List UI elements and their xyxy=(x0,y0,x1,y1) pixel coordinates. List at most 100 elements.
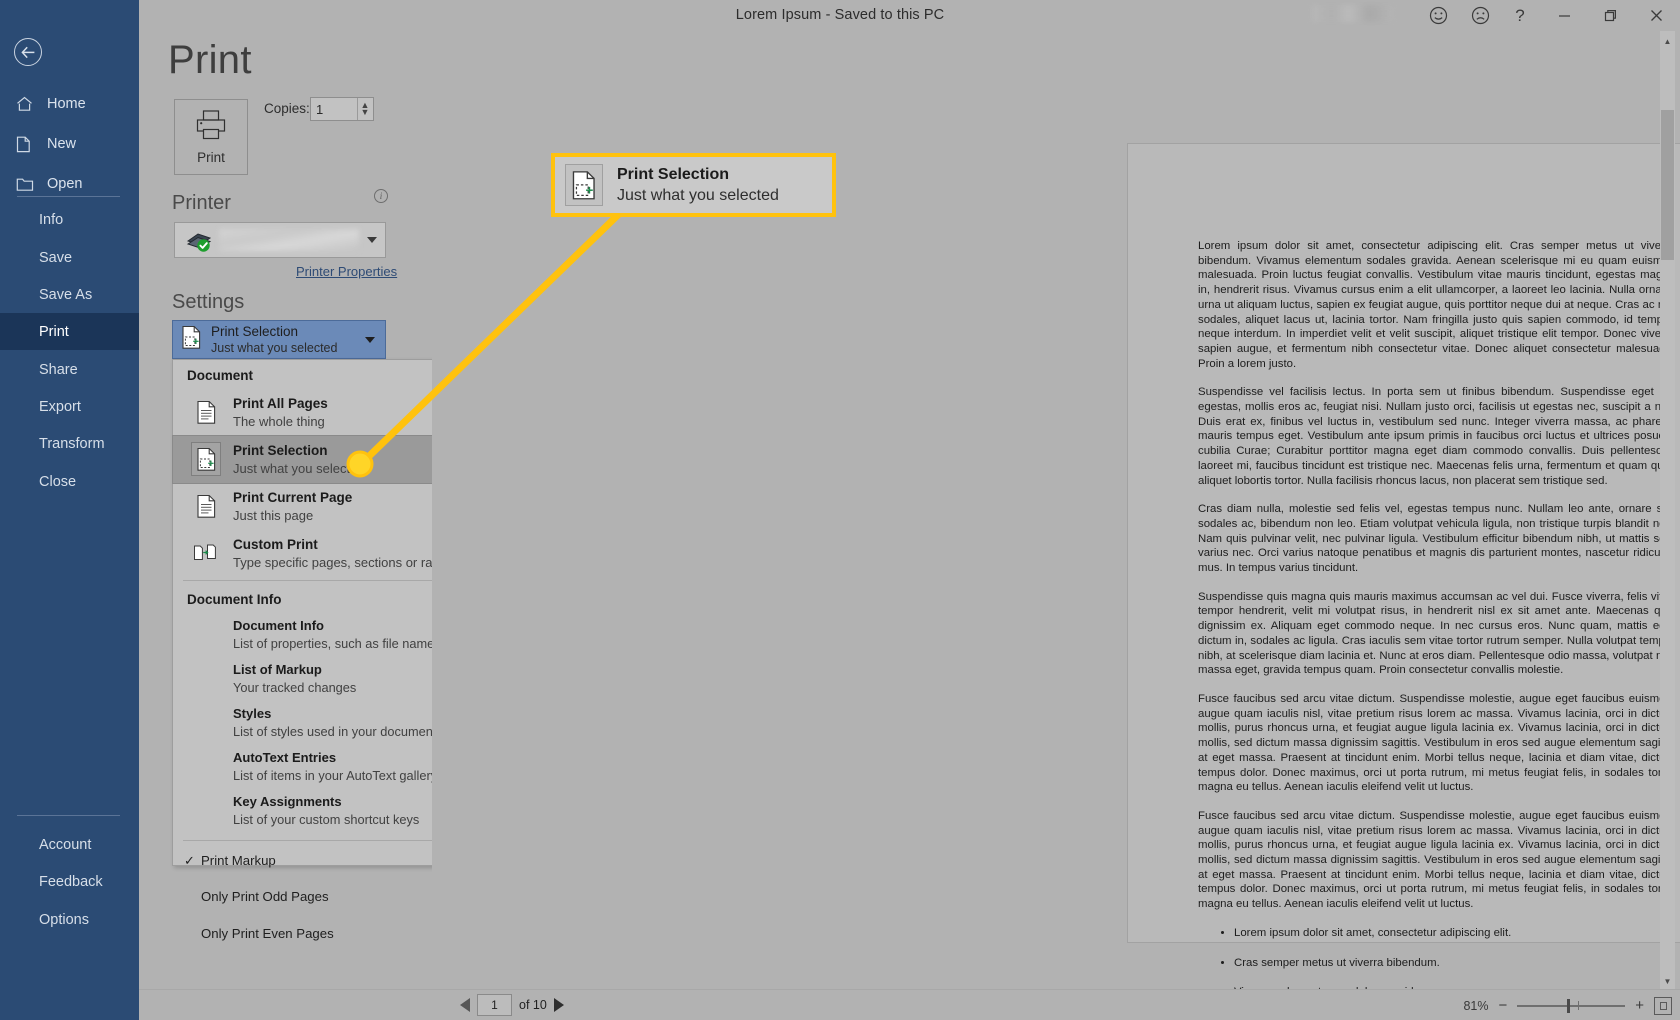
print-range-dropdown-button[interactable]: Print Selection Just what you selected xyxy=(172,320,386,359)
minimize-icon[interactable] xyxy=(1541,0,1587,31)
next-page-icon[interactable] xyxy=(553,998,564,1012)
status-bar: of 10 81% − + xyxy=(139,989,1680,1020)
menu-item-label: Print Markup xyxy=(201,852,276,868)
menu-item-autotext-entries[interactable]: AutoText Entries List of items in your A… xyxy=(173,745,470,789)
printer-heading: Printer xyxy=(172,192,231,214)
title-bar: Lorem Ipsum - Saved to this PC ? xyxy=(0,0,1680,31)
previous-page-icon[interactable] xyxy=(460,998,470,1012)
menu-item-print-selection[interactable]: Print Selection Just what you selected xyxy=(172,435,471,484)
menu-item-title: Print All Pages xyxy=(233,396,328,411)
menu-item-text: Print Selection Just what you selected xyxy=(233,441,365,478)
sidebar-item-label: New xyxy=(47,136,77,152)
dropdown-group-heading-document: Document xyxy=(187,368,254,383)
sidebar-item-label: Options xyxy=(39,911,89,928)
home-icon xyxy=(16,96,38,112)
spinner-down-icon[interactable]: ▼ xyxy=(361,108,370,117)
sidebar-item-close[interactable]: Close xyxy=(0,463,139,500)
chevron-down-icon[interactable] xyxy=(367,237,377,243)
sidebar-item-info[interactable]: Info xyxy=(0,201,139,238)
callout-title: Print Selection xyxy=(617,165,730,183)
menu-item-key-assignments[interactable]: Key Assignments List of your custom shor… xyxy=(173,789,470,833)
print-range-dropdown-menu: Document Print All Pages The whole thing xyxy=(172,359,526,941)
page-lines-icon xyxy=(191,395,221,429)
scroll-up-arrow-icon[interactable]: ▲ xyxy=(1660,34,1675,49)
close-icon[interactable] xyxy=(1633,0,1679,31)
copies-label: Copies: xyxy=(264,101,310,116)
menu-item-label: Only Print Even Pages xyxy=(201,925,334,941)
page-number-input[interactable] xyxy=(477,994,512,1016)
menu-item-subtitle: List of your custom shortcut keys xyxy=(233,812,420,827)
sidebar-item-account[interactable]: Account xyxy=(0,826,139,863)
copies-stepper[interactable]: ▲ ▼ xyxy=(310,97,374,121)
menu-item-print-markup[interactable]: ✓ Print Markup xyxy=(173,847,470,873)
preview-paragraph: Fusce faucibus sed arcu vitae dictum. Su… xyxy=(1198,692,1675,794)
preview-scrollbar-thumb[interactable] xyxy=(1661,110,1674,260)
sidebar-item-print[interactable]: Print xyxy=(0,313,139,350)
checkmark-icon: ✓ xyxy=(184,853,195,868)
menu-item-subtitle: Just what you selected xyxy=(233,461,365,476)
copies-input[interactable] xyxy=(311,98,357,120)
print-button[interactable]: Print xyxy=(174,99,248,175)
menu-item-styles[interactable]: Styles List of styles used in your docum… xyxy=(173,701,470,745)
menu-item-subtitle: Type specific pages, sections or ranges xyxy=(233,555,461,570)
back-button[interactable] xyxy=(14,38,42,66)
callout-subtitle: Just what you selected xyxy=(617,186,779,204)
menu-divider xyxy=(183,840,460,841)
printer-select[interactable] xyxy=(174,222,386,258)
menu-item-document-info[interactable]: Document Info List of properties, such a… xyxy=(173,613,526,657)
backstage-sidebar: Home New Open Info Save Save As Print Sh… xyxy=(0,0,139,1020)
sidebar-item-save-as[interactable]: Save As xyxy=(0,276,139,313)
zoom-slider-handle[interactable] xyxy=(1567,998,1571,1013)
menu-item-custom-print[interactable]: Custom Print Type specific pages, sectio… xyxy=(173,530,470,577)
sidebar-item-export[interactable]: Export xyxy=(0,388,139,425)
sidebar-item-label: Share xyxy=(39,361,78,378)
zoom-level-label[interactable]: 81% xyxy=(1463,999,1488,1013)
help-icon[interactable]: ? xyxy=(1500,0,1540,31)
sidebar-divider-bottom xyxy=(17,815,120,816)
menu-item-text: List of Markup Your tracked changes xyxy=(233,660,356,697)
preview-page: Lorem ipsum dolor sit amet, consectetur … xyxy=(1127,143,1680,1020)
page-navigation: of 10 xyxy=(460,994,564,1016)
settings-selected-title: Print Selection xyxy=(211,323,299,339)
menu-item-only-print-odd-pages[interactable]: Only Print Odd Pages xyxy=(173,883,470,909)
menu-item-print-all-pages[interactable]: Print All Pages The whole thing xyxy=(173,389,470,436)
sidebar-item-save[interactable]: Save xyxy=(0,239,139,276)
smiley-sad-icon[interactable] xyxy=(1460,0,1500,31)
menu-item-text: Print All Pages The whole thing xyxy=(233,394,328,431)
restore-icon[interactable] xyxy=(1587,0,1633,31)
menu-item-subtitle: Just this page xyxy=(233,508,314,523)
sidebar-item-label: Save As xyxy=(39,286,93,303)
smiley-happy-icon[interactable] xyxy=(1418,0,1458,31)
sidebar-item-options[interactable]: Options xyxy=(0,901,139,938)
zoom-out-button[interactable]: − xyxy=(1498,998,1507,1013)
copies-spinner[interactable]: ▲ ▼ xyxy=(357,98,372,120)
settings-selected-subtitle: Just what you selected xyxy=(211,340,338,355)
sidebar-top-group: Home New Open xyxy=(0,84,139,204)
scroll-down-arrow-icon[interactable]: ▼ xyxy=(1660,974,1675,989)
menu-divider xyxy=(183,580,460,581)
sidebar-item-home[interactable]: Home xyxy=(0,84,139,124)
menu-item-only-print-even-pages[interactable]: Only Print Even Pages xyxy=(173,920,470,946)
zoom-to-page-icon[interactable] xyxy=(1654,996,1672,1015)
menu-item-list-of-markup[interactable]: List of Markup Your tracked changes xyxy=(173,657,470,701)
menu-item-print-current-page[interactable]: Print Current Page Just this page xyxy=(173,483,470,530)
sidebar-item-share[interactable]: Share xyxy=(0,351,139,388)
menu-item-text: Styles List of styles used in your docum… xyxy=(233,704,436,741)
zoom-slider[interactable] xyxy=(1517,998,1626,1013)
menu-item-label: Only Print Odd Pages xyxy=(201,888,329,904)
preview-paragraph: Suspendisse quis magna quis mauris maxim… xyxy=(1198,590,1675,677)
menu-item-text: Custom Print Type specific pages, sectio… xyxy=(233,535,461,572)
preview-paragraph: Cras diam nulla, molestie sed felis vel,… xyxy=(1198,503,1675,575)
sidebar-item-open[interactable]: Open xyxy=(0,164,139,204)
printer-info-icon[interactable]: i xyxy=(374,189,388,203)
sidebar-item-feedback[interactable]: Feedback xyxy=(0,863,139,900)
zoom-in-button[interactable]: + xyxy=(1635,998,1644,1013)
chevron-down-icon[interactable] xyxy=(365,337,375,343)
dropdown-group-heading-document-info: Document Info xyxy=(187,592,282,607)
sidebar-item-new[interactable]: New xyxy=(0,124,139,164)
sidebar-item-transform[interactable]: Transform xyxy=(0,425,139,462)
preview-paragraph: Fusce faucibus sed arcu vitae dictum. Su… xyxy=(1198,809,1675,911)
printer-properties-link[interactable]: Printer Properties xyxy=(296,264,397,279)
zoom-controls: 81% − + xyxy=(1463,990,1672,1020)
menu-item-title: List of Markup xyxy=(233,662,322,677)
